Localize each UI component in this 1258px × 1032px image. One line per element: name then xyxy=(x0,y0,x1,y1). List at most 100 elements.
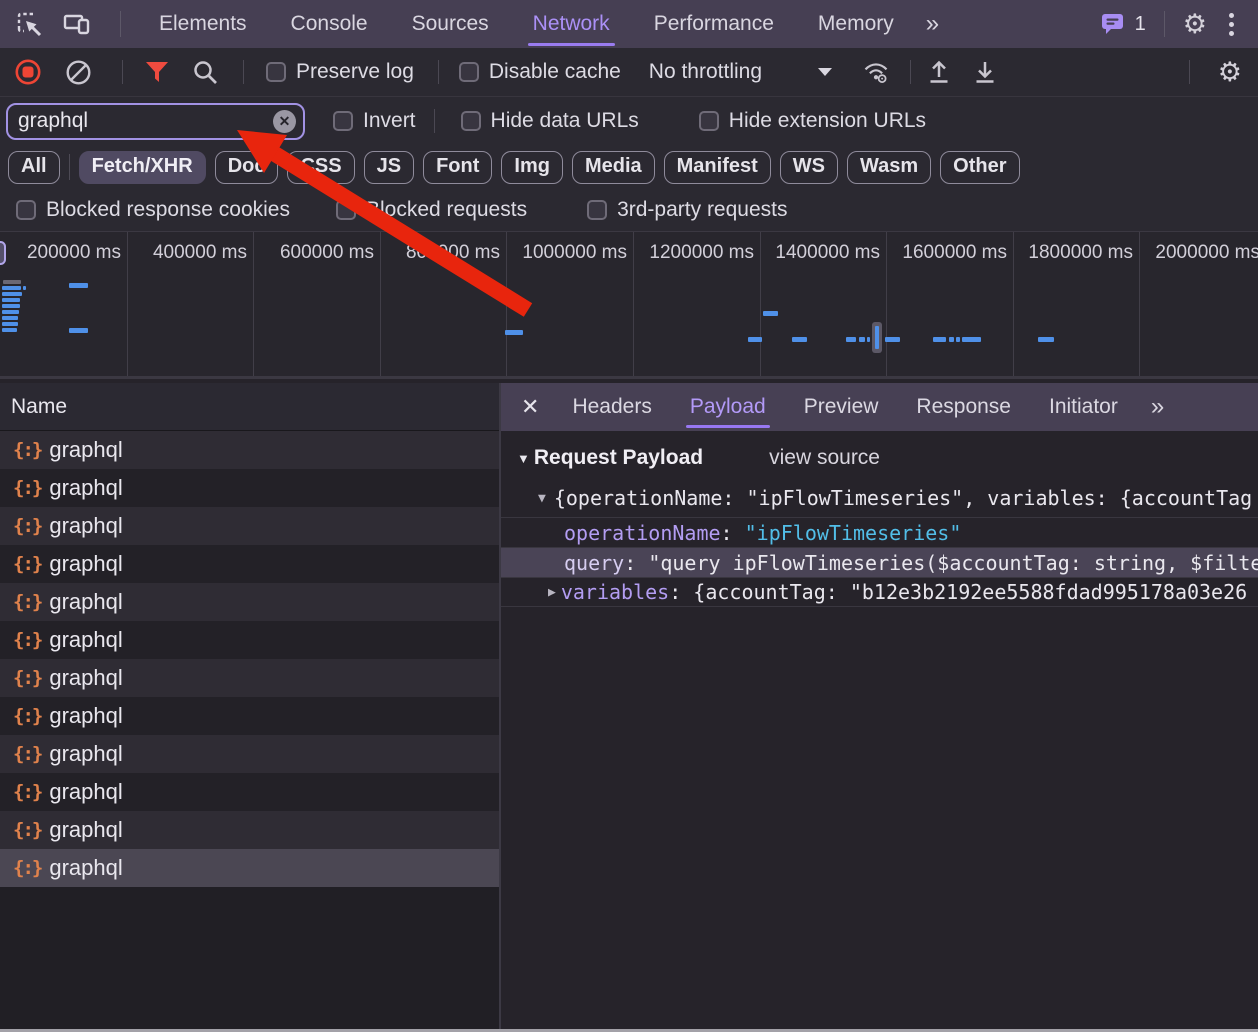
preserve-log-checkbox[interactable] xyxy=(266,62,286,82)
filter-input[interactable]: graphql ✕ xyxy=(6,103,305,140)
divider xyxy=(243,60,244,84)
request-name: graphql xyxy=(49,779,122,805)
payload-key: query xyxy=(564,551,624,575)
request-row[interactable]: {:}graphql xyxy=(0,469,499,507)
hide-extension-urls-checkbox[interactable] xyxy=(699,111,719,131)
more-options-icon[interactable] xyxy=(1223,13,1240,36)
tab-elements[interactable]: Elements xyxy=(137,0,269,48)
settings-gear-icon[interactable]: ⚙ xyxy=(1183,11,1207,38)
view-source-link[interactable]: view source xyxy=(769,446,880,470)
panel-tabs: ElementsConsoleSourcesNetworkPerformance… xyxy=(137,0,916,48)
more-panels-icon[interactable]: » xyxy=(916,10,946,38)
request-row[interactable]: {:}graphql xyxy=(0,621,499,659)
divider xyxy=(1164,11,1165,37)
tab-sources[interactable]: Sources xyxy=(390,0,511,48)
invert-checkbox[interactable] xyxy=(333,111,353,131)
separator: : xyxy=(669,580,693,604)
record-network-log-icon[interactable] xyxy=(14,58,42,86)
fetch-xhr-icon: {:} xyxy=(13,515,41,537)
filter-chip-other[interactable]: Other xyxy=(940,151,1019,184)
timeline-tick-label: 800000 ms xyxy=(384,242,500,264)
network-overview-timeline[interactable]: 200000 ms400000 ms600000 ms800000 ms1000… xyxy=(0,232,1258,379)
request-row[interactable]: {:}graphql xyxy=(0,697,499,735)
network-toolbar: Preserve log Disable cache No throttling xyxy=(0,48,1258,97)
device-toolbar-icon[interactable] xyxy=(62,9,92,39)
network-conditions-icon[interactable] xyxy=(862,58,890,86)
timeline-request-bar xyxy=(867,337,870,342)
request-name: graphql xyxy=(49,817,122,843)
request-row[interactable]: {:}graphql xyxy=(0,773,499,811)
details-tab-preview[interactable]: Preview xyxy=(785,383,898,431)
divider xyxy=(434,109,435,133)
hide-data-urls-checkbox[interactable] xyxy=(461,111,481,131)
filter-icon[interactable] xyxy=(143,58,171,86)
filter-chip-img[interactable]: Img xyxy=(501,151,563,184)
third-party-requests-checkbox[interactable] xyxy=(587,200,607,220)
name-column-header[interactable]: Name xyxy=(0,383,499,431)
blocked-requests-label: Blocked requests xyxy=(366,198,527,222)
fetch-xhr-icon: {:} xyxy=(13,553,41,575)
filter-chip-font[interactable]: Font xyxy=(423,151,492,184)
issues-count[interactable]: 1 xyxy=(1135,13,1146,36)
blocked-requests-checkbox[interactable] xyxy=(336,200,356,220)
timeline-request-bar xyxy=(2,298,20,302)
request-row[interactable]: {:}graphql xyxy=(0,431,499,469)
import-har-icon[interactable] xyxy=(925,58,953,86)
filter-chip-media[interactable]: Media xyxy=(572,151,655,184)
clear-filter-icon[interactable]: ✕ xyxy=(273,110,296,133)
issues-icon[interactable] xyxy=(1099,11,1127,37)
blocked-response-cookies-checkbox[interactable] xyxy=(16,200,36,220)
filter-chip-fetch-xhr[interactable]: Fetch/XHR xyxy=(79,151,206,184)
more-details-tabs-icon[interactable]: » xyxy=(1141,393,1171,421)
request-row[interactable]: {:}graphql xyxy=(0,849,499,887)
fetch-xhr-icon: {:} xyxy=(13,591,41,613)
payload-root-preview: {operationName: "ipFlowTimeseries", vari… xyxy=(554,486,1252,510)
inspect-element-icon[interactable] xyxy=(14,9,44,39)
details-tab-payload[interactable]: Payload xyxy=(671,383,785,431)
fetch-xhr-icon: {:} xyxy=(13,819,41,841)
request-payload-section[interactable]: ▼ Request Payload view source xyxy=(501,437,1258,479)
timeline-request-bar xyxy=(2,316,18,320)
timeline-request-bar xyxy=(23,286,26,290)
search-icon[interactable] xyxy=(191,58,219,86)
filter-chip-css[interactable]: CSS xyxy=(287,151,354,184)
request-name: graphql xyxy=(49,437,122,463)
request-row[interactable]: {:}graphql xyxy=(0,583,499,621)
request-row[interactable]: {:}graphql xyxy=(0,735,499,773)
payload-row-operationName[interactable]: operationName: "ipFlowTimeseries" xyxy=(501,517,1258,547)
divider xyxy=(910,60,911,84)
details-tab-headers[interactable]: Headers xyxy=(553,383,670,431)
filter-chip-doc[interactable]: Doc xyxy=(215,151,279,184)
payload-row-query[interactable]: query: "query ipFlowTimeseries($accountT… xyxy=(501,547,1258,577)
tab-network[interactable]: Network xyxy=(511,0,632,48)
filter-chip-all[interactable]: All xyxy=(8,151,60,184)
filter-chip-ws[interactable]: WS xyxy=(780,151,838,184)
fetch-xhr-icon: {:} xyxy=(13,857,41,879)
clear-network-log-icon[interactable] xyxy=(64,58,92,86)
expand-triangle-icon: ▶ xyxy=(548,585,556,600)
request-row[interactable]: {:}graphql xyxy=(0,507,499,545)
network-settings-gear-icon[interactable]: ⚙ xyxy=(1218,59,1242,86)
filter-chip-js[interactable]: JS xyxy=(364,151,414,184)
timeline-gridline xyxy=(886,232,887,376)
filter-chip-wasm[interactable]: Wasm xyxy=(847,151,931,184)
request-row[interactable]: {:} graphql xyxy=(0,811,499,849)
tab-performance[interactable]: Performance xyxy=(632,0,796,48)
export-har-icon[interactable] xyxy=(971,58,999,86)
details-tab-response[interactable]: Response xyxy=(897,383,1030,431)
details-tab-initiator[interactable]: Initiator xyxy=(1030,383,1137,431)
tab-console[interactable]: Console xyxy=(269,0,390,48)
disable-cache-checkbox[interactable] xyxy=(459,62,479,82)
timeline-tick-label: 1000000 ms xyxy=(511,242,627,264)
filter-chip-manifest[interactable]: Manifest xyxy=(664,151,771,184)
timeline-tick-label: 1800000 ms xyxy=(1017,242,1133,264)
request-row[interactable]: {:}graphql xyxy=(0,545,499,583)
payload-row-variables[interactable]: ▶ variables: {accountTag: "b12e3b2192ee5… xyxy=(501,577,1258,607)
timeline-selected-marker xyxy=(872,322,882,353)
payload-root-row[interactable]: ▼ {operationName: "ipFlowTimeseries", va… xyxy=(501,479,1258,517)
tab-memory[interactable]: Memory xyxy=(796,0,916,48)
throttling-select[interactable]: No throttling xyxy=(649,60,832,84)
close-details-icon[interactable]: ✕ xyxy=(521,394,539,420)
request-name: graphql xyxy=(49,627,122,653)
request-row[interactable]: {:}graphql xyxy=(0,659,499,697)
